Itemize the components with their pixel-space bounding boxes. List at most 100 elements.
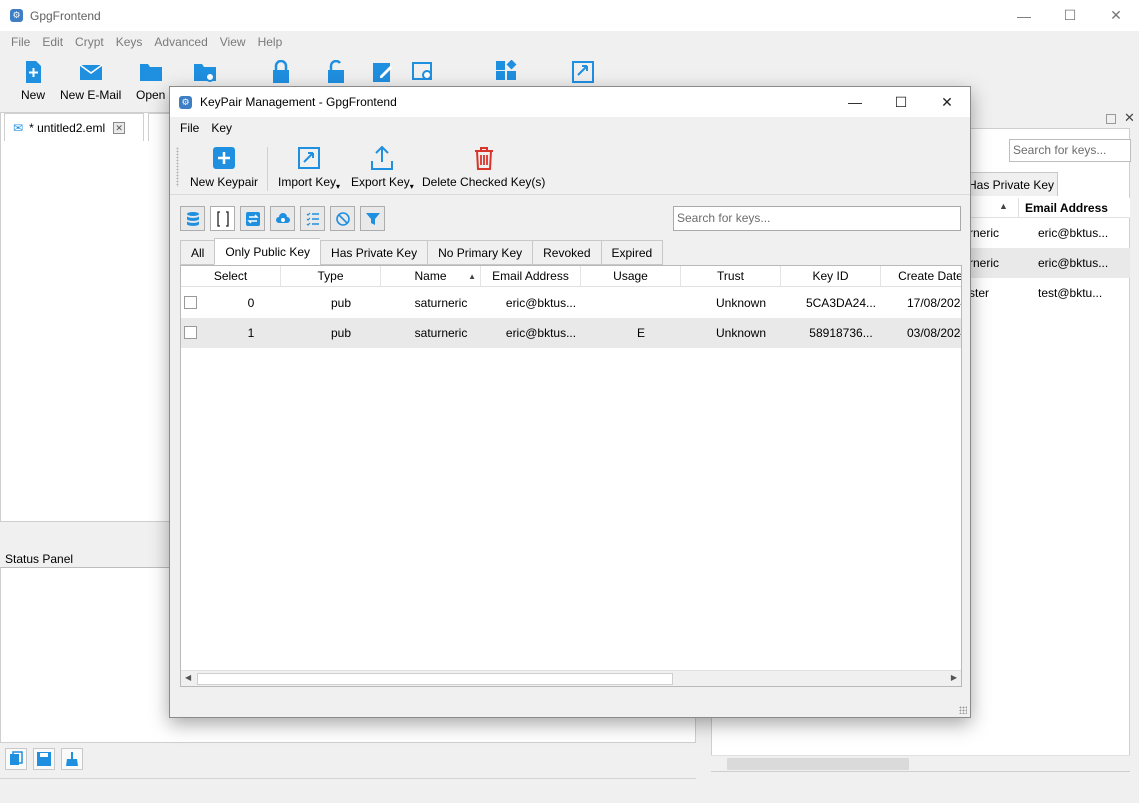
clear-button[interactable]: [61, 748, 83, 770]
tab-untitled2[interactable]: ✉ * untitled2.eml ✕: [4, 113, 144, 141]
key-list-row[interactable]: rneric eric@bktus...: [963, 248, 1130, 278]
menu-advanced[interactable]: Advanced: [148, 35, 213, 49]
copy-button[interactable]: [5, 748, 27, 770]
editor-area[interactable]: [0, 112, 170, 522]
column-toggle-button[interactable]: [210, 206, 235, 231]
folder-gear-icon: [194, 64, 216, 82]
sync-button[interactable]: [270, 206, 295, 231]
key-list-row[interactable]: ster test@bktu...: [963, 278, 1130, 308]
export-key-button[interactable]: Export Key▾: [351, 145, 414, 191]
app-logo-icon: ⚙: [10, 9, 23, 22]
unlock-icon: [328, 60, 344, 83]
main-window-title: GpgFrontend: [30, 8, 101, 23]
toolbar-grip[interactable]: [176, 147, 179, 187]
import-key-button[interactable]: Import Key▾: [278, 145, 340, 191]
dialog-tabbar: All Only Public Key Has Private Key No P…: [180, 238, 664, 265]
block-icon: [335, 211, 350, 226]
refresh-button[interactable]: [240, 206, 265, 231]
copy-icon: [10, 751, 23, 765]
close-panel-button[interactable]: ✕: [1124, 110, 1135, 126]
filter-button[interactable]: [360, 206, 385, 231]
maximize-button[interactable]: ☐: [1047, 0, 1093, 31]
save-icon: [37, 752, 51, 766]
menu-help[interactable]: Help: [252, 35, 289, 49]
tab-second[interactable]: [148, 113, 170, 141]
open-button[interactable]: Open: [136, 60, 165, 102]
folder-settings-button[interactable]: [193, 60, 217, 84]
cloud-sync-icon: [275, 212, 290, 223]
column-type[interactable]: Type: [281, 266, 381, 287]
float-panel-button[interactable]: [1106, 114, 1116, 124]
table-row[interactable]: 0 pub saturneric eric@bktus... Unknown 5…: [181, 288, 961, 318]
scroll-left-icon[interactable]: ◀: [185, 673, 191, 682]
main-menubar: File Edit Crypt Keys Advanced View Help: [0, 31, 1139, 52]
tab-revoked[interactable]: Revoked: [532, 240, 601, 265]
verify-button[interactable]: [412, 60, 436, 84]
sort-arrow-icon: ▲: [999, 201, 1008, 211]
resize-grip[interactable]: [959, 706, 967, 714]
new-file-icon: [26, 61, 41, 83]
menu-view[interactable]: View: [214, 35, 252, 49]
import-icon: [572, 61, 594, 83]
dialog-close-button[interactable]: ✕: [924, 87, 970, 117]
table-hscrollbar[interactable]: ◀ ▶: [181, 670, 961, 686]
close-button[interactable]: ✕: [1093, 0, 1139, 31]
scroll-right-icon[interactable]: ▶: [951, 673, 957, 682]
folder-icon: [139, 64, 162, 81]
tab-has-private-key[interactable]: Has Private Key: [963, 172, 1058, 196]
menu-keys[interactable]: Keys: [110, 35, 149, 49]
import-button[interactable]: [571, 60, 595, 84]
dropdown-arrow-icon: ▾: [336, 182, 341, 191]
tab-only-public-key[interactable]: Only Public Key: [214, 238, 321, 265]
new-email-button[interactable]: New E-Mail: [60, 60, 121, 102]
column-usage[interactable]: Usage: [581, 266, 681, 287]
dialog-menu-key[interactable]: Key: [205, 121, 238, 135]
database-icon: [186, 211, 199, 226]
column-email-address[interactable]: Email Address: [481, 266, 581, 287]
bracket-icon: [216, 210, 229, 227]
menu-file[interactable]: File: [5, 35, 36, 49]
uncheck-button[interactable]: [330, 206, 355, 231]
dialog-maximize-button[interactable]: ☐: [878, 87, 924, 117]
scroll-thumb[interactable]: [727, 758, 909, 770]
encrypt-button[interactable]: [269, 60, 293, 84]
sort-arrow-icon: ▲: [468, 272, 476, 281]
delete-checked-keys-button[interactable]: Delete Checked Key(s): [422, 145, 545, 189]
tab-has-private-key[interactable]: Has Private Key: [320, 240, 428, 265]
new-button[interactable]: New: [21, 60, 45, 102]
menu-crypt[interactable]: Crypt: [69, 35, 110, 49]
column-trust[interactable]: Trust: [681, 266, 781, 287]
tab-close-icon[interactable]: ✕: [113, 121, 126, 134]
decrypt-button[interactable]: [324, 60, 348, 84]
dialog-menu-file[interactable]: File: [174, 121, 205, 135]
column-create-date[interactable]: Create Date: [881, 266, 961, 287]
dialog-minimize-button[interactable]: —: [832, 87, 878, 117]
key-manager-button[interactable]: [494, 60, 518, 84]
row-checkbox[interactable]: [184, 326, 197, 339]
menu-edit[interactable]: Edit: [36, 35, 69, 49]
tab-expired[interactable]: Expired: [600, 240, 664, 265]
key-list-row[interactable]: rneric eric@bktus...: [963, 218, 1130, 248]
minimize-button[interactable]: —: [1001, 0, 1047, 31]
column-select[interactable]: Select: [181, 266, 281, 287]
scroll-thumb[interactable]: [197, 673, 673, 685]
key-search-input[interactable]: Search for keys...: [1009, 139, 1131, 162]
check-all-button[interactable]: [300, 206, 325, 231]
dialog-menubar: File Key: [170, 117, 970, 139]
save-button[interactable]: [33, 748, 55, 770]
lock-icon: [273, 60, 289, 83]
key-list-hscrollbar[interactable]: [711, 755, 1130, 771]
new-keypair-button[interactable]: New Keypair: [190, 145, 258, 189]
bottom-divider: [0, 778, 696, 779]
dialog-search-input[interactable]: Search for keys...: [673, 206, 961, 231]
verify-icon: [412, 62, 432, 80]
tab-all[interactable]: All: [180, 240, 215, 265]
table-row[interactable]: 1 pub saturneric eric@bktus... E Unknown…: [181, 318, 961, 348]
sign-button[interactable]: [371, 60, 395, 84]
column-key-id[interactable]: Key ID: [781, 266, 881, 287]
column-email-address[interactable]: Email Address: [1018, 198, 1108, 218]
row-checkbox[interactable]: [184, 296, 197, 309]
tab-no-primary-key[interactable]: No Primary Key: [427, 240, 533, 265]
column-name[interactable]: Name ▲: [381, 266, 481, 287]
database-button[interactable]: [180, 206, 205, 231]
